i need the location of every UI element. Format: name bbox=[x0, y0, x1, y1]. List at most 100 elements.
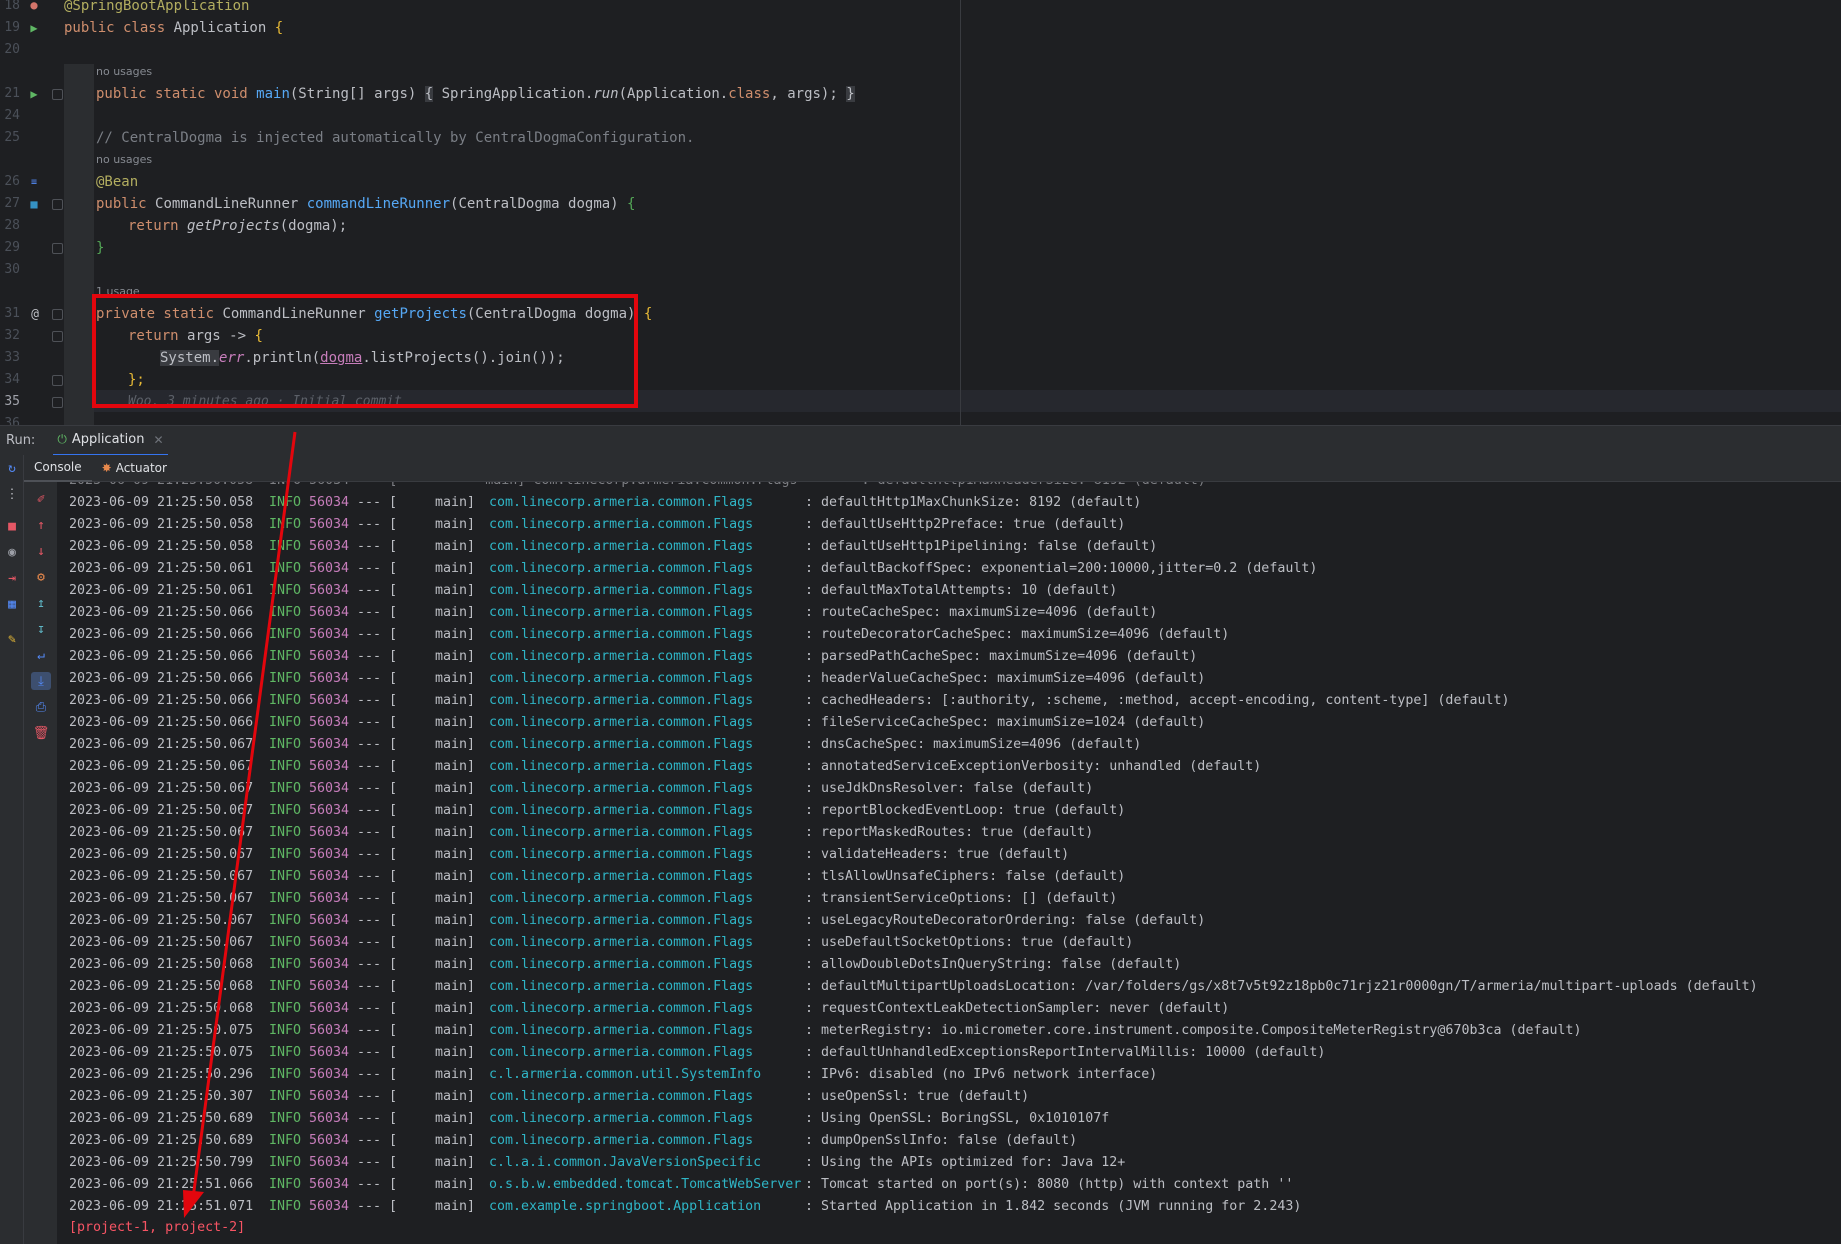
log-line: 2023-06-09 21:25:50.066 INFO 56034 --- [mai… bbox=[69, 602, 1157, 624]
log-lg[interactable]: com.linecorp.armeria.common.Flags bbox=[475, 492, 805, 514]
usage-hint[interactable]: no usages bbox=[96, 152, 152, 168]
trash-icon[interactable]: 🗑 bbox=[31, 724, 51, 742]
log-lg[interactable]: com.linecorp.armeria.common.Flags bbox=[475, 646, 805, 668]
log-lg[interactable]: com.linecorp.armeria.common.Flags bbox=[475, 712, 805, 734]
log-lg[interactable]: com.linecorp.armeria.common.Flags bbox=[475, 1042, 805, 1064]
power-icon: ⏻ bbox=[57, 432, 67, 446]
usage-hint[interactable]: no usages bbox=[96, 64, 152, 80]
log-msg: : tlsAllowUnsafeCiphers: false (default) bbox=[805, 869, 1126, 884]
log-ts: 2023-06-09 21:25:50.067 bbox=[69, 737, 254, 752]
log-lg[interactable]: com.linecorp.armeria.common.Flags bbox=[475, 668, 805, 690]
log-pid: 56034 bbox=[309, 1045, 350, 1060]
log-lg[interactable]: com.linecorp.armeria.common.Flags bbox=[475, 998, 805, 1020]
log-lg[interactable]: com.linecorp.armeria.common.Flags bbox=[475, 910, 805, 932]
log-lg[interactable]: com.linecorp.armeria.common.Flags bbox=[475, 514, 805, 536]
log-line: 2023-06-09 21:25:50.058 INFO 56034 --- [mai… bbox=[69, 514, 1125, 536]
run-gutter-icon[interactable]: ▶ bbox=[27, 87, 41, 101]
log-lg[interactable]: o.s.b.w.embedded.tomcat.TomcatWebServer bbox=[475, 1174, 805, 1196]
arrow-down-icon[interactable]: ↓ bbox=[31, 542, 51, 560]
log-lg[interactable]: c.l.a.i.common.JavaVersionSpecific bbox=[475, 1152, 805, 1174]
log-lg[interactable]: com.linecorp.armeria.common.Flags bbox=[475, 624, 805, 646]
code-comment: // CentralDogma is injected automaticall… bbox=[96, 130, 695, 146]
log-ts: 2023-06-09 21:25:50.067 bbox=[69, 825, 254, 840]
stop-icon[interactable]: ■ bbox=[2, 517, 22, 535]
log-pid: 56034 bbox=[309, 583, 350, 598]
fold-marker-icon[interactable] bbox=[52, 397, 63, 408]
log-msg: : headerValueCacheSpec: maximumSize=4096… bbox=[805, 671, 1206, 686]
log-lg[interactable]: com.linecorp.armeria.common.Flags bbox=[475, 800, 805, 822]
log-lg[interactable]: com.linecorp.armeria.common.Flags bbox=[475, 756, 805, 778]
code-token[interactable]: } bbox=[846, 86, 855, 102]
clear-icon[interactable]: ✐ bbox=[31, 490, 51, 508]
at-gutter-icon[interactable]: @ bbox=[28, 307, 42, 322]
log-msg: : useDefaultSocketOptions: true (default… bbox=[805, 935, 1134, 950]
arrow-up-icon[interactable]: ↑ bbox=[31, 516, 51, 534]
close-icon[interactable]: ✕ bbox=[153, 433, 163, 447]
exit-icon[interactable]: ⇥ bbox=[2, 569, 22, 587]
fold-marker-icon[interactable] bbox=[52, 89, 63, 100]
log-sep: --- [ bbox=[357, 913, 398, 928]
fold-marker-icon[interactable] bbox=[52, 199, 63, 210]
pin-icon[interactable]: ✎ bbox=[2, 630, 22, 648]
code-token: main bbox=[256, 86, 290, 102]
log-ts: 2023-06-09 21:25:50.067 bbox=[69, 803, 254, 818]
run-tab-application[interactable]: ⏻ Application ✕ bbox=[53, 426, 168, 456]
tab-console[interactable]: Console bbox=[24, 455, 92, 482]
log-lg[interactable]: com.linecorp.armeria.common.Flags bbox=[475, 932, 805, 954]
log-msg: : allowDoubleDotsInQueryString: false (d… bbox=[805, 957, 1182, 972]
print-icon[interactable]: ⎙ bbox=[31, 698, 51, 716]
log-ts: 2023-06-09 21:25:50.067 bbox=[69, 935, 254, 950]
log-sep: --- [ bbox=[357, 891, 398, 906]
log-lg[interactable]: com.linecorp.armeria.common.Flags bbox=[475, 734, 805, 756]
scroll-to-end-icon[interactable]: ⤓ bbox=[31, 672, 51, 690]
log-lg[interactable]: com.linecorp.armeria.common.Flags bbox=[475, 1108, 805, 1130]
fold-marker-icon[interactable] bbox=[52, 309, 63, 320]
author-avatar-icon[interactable]: ● bbox=[27, 0, 41, 12]
log-line: 2023-06-09 21:25:51.071 INFO 56034 --- [mai… bbox=[69, 1196, 1301, 1218]
log-lv: INFO bbox=[269, 1089, 302, 1104]
log-lg[interactable]: com.linecorp.armeria.common.Flags bbox=[475, 1020, 805, 1042]
rerun-icon[interactable]: ↻ bbox=[2, 459, 22, 477]
tab-actuator[interactable]: ✸ Actuator bbox=[92, 455, 177, 482]
log-lg[interactable]: com.linecorp.armeria.common.Flags bbox=[475, 888, 805, 910]
fold-marker-icon[interactable] bbox=[52, 331, 63, 342]
scroll-down-icon[interactable]: ↧ bbox=[31, 620, 51, 638]
run-gutter-icon[interactable]: ▶ bbox=[27, 21, 41, 35]
log-th: main] bbox=[434, 1089, 475, 1104]
log-lg[interactable]: com.linecorp.armeria.common.Flags bbox=[475, 954, 805, 976]
soft-wrap-icon[interactable]: ↵ bbox=[31, 646, 51, 664]
log-lg[interactable]: com.linecorp.armeria.common.Flags bbox=[475, 690, 805, 712]
code-token: CommandLineRunner bbox=[155, 196, 307, 212]
log-line: 2023-06-09 21:25:50.075 INFO 56034 --- [mai… bbox=[69, 1042, 1325, 1064]
log-lv: INFO bbox=[269, 759, 302, 774]
log-lg[interactable]: c.l.armeria.common.util.SystemInfo bbox=[475, 1064, 805, 1086]
code-editor[interactable]: 18 19 20 21 24 25 26 27 28 29 30 31 32 3… bbox=[0, 0, 1841, 425]
log-lg[interactable]: com.linecorp.armeria.common.Flags bbox=[475, 778, 805, 800]
log-lg[interactable]: com.linecorp.armeria.common.Flags bbox=[475, 822, 805, 844]
bean-gutter-icon[interactable]: ≡ bbox=[27, 175, 41, 189]
scroll-up-icon[interactable]: ↥ bbox=[31, 594, 51, 612]
console-output[interactable]: 2023-06-09 21:25:50.058 INFO 56034 --- [… bbox=[57, 482, 1841, 1244]
log-lg[interactable]: com.linecorp.armeria.common.Flags bbox=[475, 580, 805, 602]
log-lg[interactable]: com.example.springboot.Application bbox=[475, 1196, 805, 1218]
camera-icon[interactable]: ◉ bbox=[2, 543, 22, 561]
layout-icon[interactable]: ▦ bbox=[2, 595, 22, 613]
log-lg[interactable]: com.linecorp.armeria.common.Flags bbox=[475, 536, 805, 558]
log-lg[interactable]: com.linecorp.armeria.common.Flags bbox=[475, 844, 805, 866]
injection-gutter-icon[interactable]: ■ bbox=[27, 197, 41, 211]
log-th: main] bbox=[434, 649, 475, 664]
log-lg[interactable]: com.linecorp.armeria.common.Flags bbox=[475, 602, 805, 624]
fold-marker-icon[interactable] bbox=[52, 243, 63, 254]
more-icon[interactable]: ⋮ bbox=[2, 485, 22, 503]
fold-marker-icon[interactable] bbox=[52, 375, 63, 386]
log-lv: INFO bbox=[269, 1023, 302, 1038]
log-lg[interactable]: com.linecorp.armeria.common.Flags bbox=[475, 1130, 805, 1152]
log-msg: : routeDecoratorCacheSpec: maximumSize=4… bbox=[805, 627, 1230, 642]
log-msg: : defaultBackoffSpec: exponential=200:10… bbox=[805, 561, 1318, 576]
code-token[interactable]: { bbox=[424, 86, 434, 102]
log-lg[interactable]: com.linecorp.armeria.common.Flags bbox=[475, 866, 805, 888]
log-lg[interactable]: com.linecorp.armeria.common.Flags bbox=[475, 558, 805, 580]
log-lg[interactable]: com.linecorp.armeria.common.Flags bbox=[475, 976, 805, 998]
log-lg[interactable]: com.linecorp.armeria.common.Flags bbox=[475, 1086, 805, 1108]
filter-icon[interactable]: ⚙ bbox=[31, 568, 51, 586]
